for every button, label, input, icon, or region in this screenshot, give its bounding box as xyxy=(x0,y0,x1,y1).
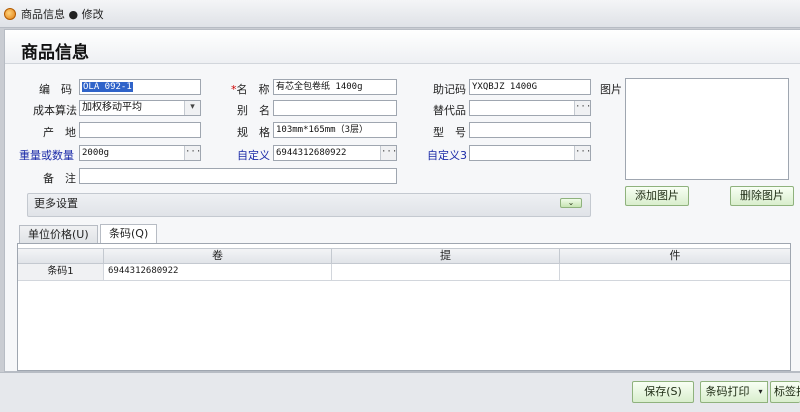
spec-field[interactable]: 103mm*165mm（3层） xyxy=(273,122,397,138)
tab-barcode[interactable]: 条码(Q) xyxy=(100,224,158,244)
mnemonic-field[interactable]: YXQBJZ 1400G xyxy=(469,79,591,95)
chevron-down-icon[interactable]: ▾ xyxy=(754,381,768,403)
add-image-button[interactable]: 添加图片 xyxy=(625,186,689,206)
product-info-panel: 商品信息 编 码 OLA 092-1 *名 称 有芯全包卷纸 1400g 助记码… xyxy=(4,29,800,372)
mnemonic-label: 助记码 xyxy=(433,83,466,96)
model-label: 型 号 xyxy=(433,126,466,139)
footer-toolbar: 保存(S) 条码打印 ▾ 标签打印 xyxy=(0,372,800,412)
remark-label: 备 注 xyxy=(43,172,76,185)
ellipsis-icon[interactable]: ··· xyxy=(184,146,200,160)
grid-column-header: 卷 xyxy=(104,249,332,265)
delete-image-button[interactable]: 删除图片 xyxy=(730,186,794,206)
custom-label: 自定义 xyxy=(237,149,270,162)
grid-cell[interactable] xyxy=(332,264,560,280)
cost-method-value: 加权移动平均 xyxy=(82,102,142,113)
ellipsis-icon[interactable]: ··· xyxy=(574,101,590,115)
grid-cell[interactable]: 6944312680922 xyxy=(104,264,332,280)
expand-icon[interactable]: ⌄ xyxy=(560,198,582,208)
barcode-grid: 卷 提 件 条码1 6944312680922 xyxy=(17,243,791,371)
grid-header-corner xyxy=(18,249,104,265)
weight-field[interactable]: 2000g ··· xyxy=(79,145,201,161)
name-label-text: 名 称 xyxy=(236,83,270,96)
grid-header: 卷 提 件 xyxy=(18,248,790,265)
remark-field[interactable] xyxy=(79,168,397,184)
model-field[interactable] xyxy=(469,122,591,138)
barcode-print-button[interactable]: 条码打印 xyxy=(700,381,754,403)
tab-unit-price[interactable]: 单位价格(U) xyxy=(19,225,98,244)
code-field[interactable]: OLA 092-1 xyxy=(79,79,201,95)
name-label: *名 称 xyxy=(231,81,270,97)
weight-value: 2000g xyxy=(82,148,110,158)
origin-field[interactable] xyxy=(79,122,201,138)
chevron-down-icon[interactable]: ▾ xyxy=(184,101,200,115)
substitute-label: 替代品 xyxy=(433,104,466,117)
page-title: 商品信息 xyxy=(21,43,89,63)
window-titlebar: 商品信息 ● 修改 xyxy=(0,0,800,28)
code-field-value: OLA 092-1 xyxy=(82,82,133,92)
spec-label: 规 格 xyxy=(237,126,270,139)
more-settings-label: 更多设置 xyxy=(34,197,78,210)
label-print-button[interactable]: 标签打印 xyxy=(770,381,800,403)
custom3-field[interactable]: ··· xyxy=(469,145,591,161)
grid-cell[interactable] xyxy=(560,264,790,280)
picture-label: 图片 xyxy=(600,83,622,96)
name-field[interactable]: 有芯全包卷纸 1400g xyxy=(273,79,397,95)
panel-header: 商品信息 xyxy=(5,30,800,64)
cost-method-select[interactable]: 加权移动平均 ▾ xyxy=(79,100,201,116)
alias-field[interactable] xyxy=(273,100,397,116)
cost-method-label: 成本算法 xyxy=(33,104,77,117)
table-row[interactable]: 条码1 6944312680922 xyxy=(18,264,790,281)
app-icon xyxy=(4,7,16,20)
more-settings-bar[interactable]: 更多设置 ⌄ xyxy=(27,193,591,217)
substitute-field[interactable]: ··· xyxy=(469,100,591,116)
custom-value: 6944312680922 xyxy=(276,148,347,158)
code-label: 编 码 xyxy=(39,83,72,96)
weight-label: 重量或数量 xyxy=(19,149,74,162)
grid-column-header: 件 xyxy=(669,249,681,262)
ellipsis-icon[interactable]: ··· xyxy=(574,146,590,160)
custom3-label: 自定义3 xyxy=(427,149,467,162)
row-label: 条码1 xyxy=(18,264,104,280)
picture-box[interactable] xyxy=(625,78,789,180)
alias-label: 别 名 xyxy=(237,104,270,117)
ellipsis-icon[interactable]: ··· xyxy=(380,146,396,160)
window-title: 商品信息 ● 修改 xyxy=(21,7,104,21)
origin-label: 产 地 xyxy=(43,126,76,139)
custom-field[interactable]: 6944312680922 ··· xyxy=(273,145,397,161)
grid-column-header: 提 xyxy=(332,249,560,265)
save-button[interactable]: 保存(S) xyxy=(632,381,694,403)
